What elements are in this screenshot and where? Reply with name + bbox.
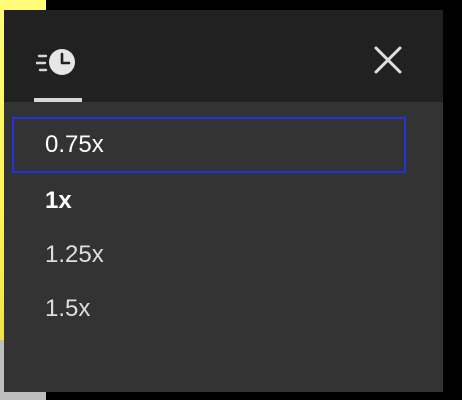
panel-header [4, 10, 443, 102]
tab-playback-speed[interactable] [34, 38, 82, 102]
speed-options-list: 0.75x 1x 1.25x 1.5x [4, 102, 443, 392]
speed-option-1-5x[interactable]: 1.5x [12, 281, 406, 337]
speed-option-1x[interactable]: 1x [12, 173, 406, 229]
playback-speed-panel: 0.75x 1x 1.25x 1.5x [4, 10, 443, 392]
close-button[interactable] [366, 38, 410, 82]
speed-option-1-25x[interactable]: 1.25x [12, 227, 406, 283]
speed-option-0-75x[interactable]: 0.75x [12, 117, 406, 173]
video-player-stage: 0.75x 1x 1.25x 1.5x [0, 0, 462, 400]
